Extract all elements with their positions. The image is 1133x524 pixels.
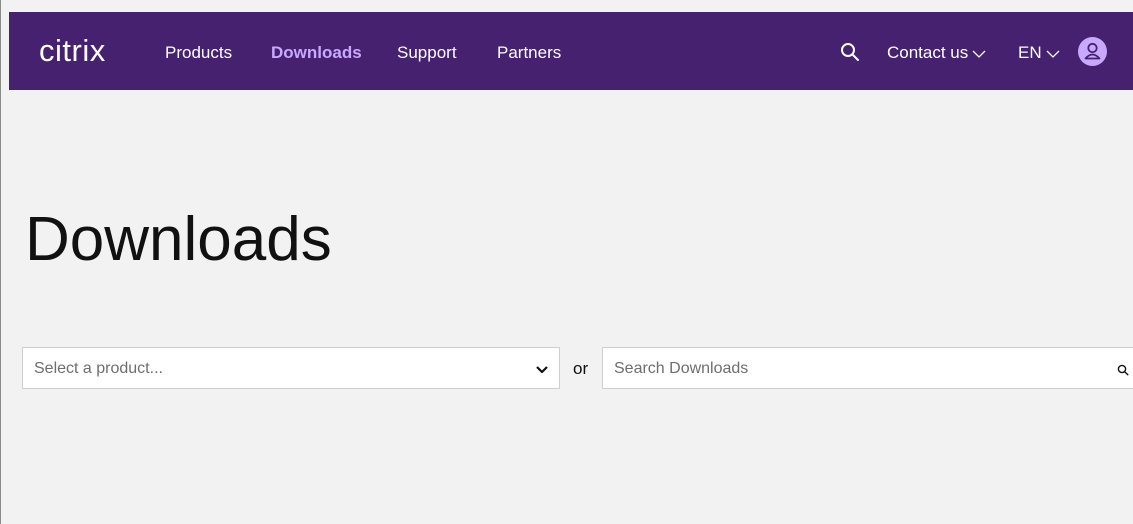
page: citrix Products Downloads Support Partne… <box>0 0 1133 524</box>
nav-products[interactable]: Products <box>165 43 232 63</box>
top-navigation-bar: citrix Products Downloads Support Partne… <box>9 12 1133 90</box>
nav-downloads[interactable]: Downloads <box>271 43 362 63</box>
account-avatar[interactable] <box>1078 37 1107 66</box>
language-menu[interactable]: EN <box>1018 43 1060 64</box>
chevron-down-icon <box>535 362 549 380</box>
or-separator: or <box>573 359 589 378</box>
search-downloads-input[interactable] <box>614 358 1084 380</box>
chevron-down-icon <box>972 44 986 64</box>
nav-support[interactable]: Support <box>397 43 457 63</box>
product-select-placeholder: Select a product... <box>34 360 163 377</box>
contact-us-menu[interactable]: Contact us <box>887 43 986 64</box>
language-label: EN <box>1018 43 1042 62</box>
search-icon[interactable] <box>1117 363 1129 376</box>
page-title: Downloads <box>25 205 332 274</box>
nav-partners[interactable]: Partners <box>497 43 561 63</box>
search-icon[interactable] <box>839 41 861 63</box>
chevron-down-icon <box>1046 44 1060 64</box>
contact-us-label: Contact us <box>887 43 969 62</box>
search-downloads-box <box>602 347 1133 389</box>
user-icon <box>1084 42 1101 60</box>
left-border <box>0 0 1 524</box>
product-select[interactable]: Select a product... <box>22 347 560 389</box>
citrix-logo[interactable]: citrix <box>39 34 106 68</box>
